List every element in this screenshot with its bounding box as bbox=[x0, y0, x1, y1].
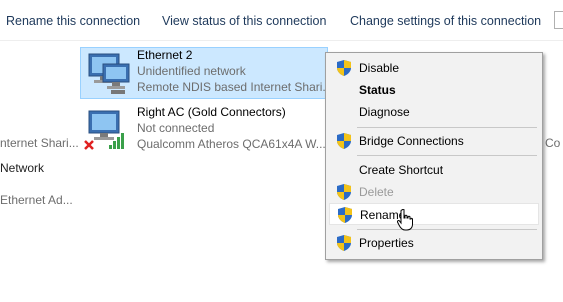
menu-item-label: Diagnose bbox=[359, 105, 410, 119]
menu-item-bridge-connections[interactable]: Bridge Connections bbox=[329, 130, 539, 152]
menu-item-label: Properties bbox=[359, 236, 414, 250]
uac-shield-icon bbox=[337, 133, 351, 149]
partial-adapter-text: nternet Shari... bbox=[0, 136, 79, 150]
uac-shield-icon bbox=[337, 60, 351, 76]
connection-ethernet-2[interactable]: Ethernet 2 Unidentified network Remote N… bbox=[80, 47, 332, 99]
menu-item-diagnose[interactable]: Diagnose bbox=[329, 101, 539, 123]
menu-item-disable[interactable]: Disable bbox=[329, 57, 539, 79]
menu-separator bbox=[357, 155, 537, 156]
menu-item-label: Disable bbox=[359, 61, 400, 75]
menu-separator bbox=[357, 229, 537, 230]
change-settings-button[interactable]: Change settings of this connection bbox=[350, 11, 541, 31]
menu-item-create-shortcut[interactable]: Create Shortcut bbox=[329, 159, 539, 181]
menu-separator bbox=[357, 127, 537, 128]
menu-item-label: Bridge Connections bbox=[359, 134, 464, 148]
menu-item-properties[interactable]: Properties bbox=[329, 232, 539, 254]
network-adapter-icon bbox=[88, 53, 130, 94]
connection-right-ac[interactable]: Right AC (Gold Connectors) Not connected… bbox=[81, 105, 326, 155]
menu-item-label: Create Shortcut bbox=[359, 163, 444, 177]
context-menu: Disable Status Diagnose Bridge Connectio… bbox=[325, 52, 543, 260]
rename-connection-button[interactable]: Rename this connection bbox=[6, 11, 140, 31]
menu-item-label: Delete bbox=[359, 185, 394, 199]
partial-right-adapter: Co bbox=[545, 136, 561, 150]
partial-ethernet-adapter: Ethernet Ad... bbox=[0, 193, 73, 207]
command-bar: Rename this connection View status of th… bbox=[0, 0, 563, 41]
menu-item-label: Status bbox=[359, 83, 396, 97]
uac-shield-icon bbox=[338, 207, 352, 223]
connection-name: Right AC (Gold Connectors) bbox=[137, 105, 286, 119]
view-status-button[interactable]: View status of this connection bbox=[162, 11, 326, 31]
toolbar-overflow-edge bbox=[554, 11, 563, 29]
partial-network-label: Network bbox=[0, 161, 45, 175]
uac-shield-icon bbox=[337, 235, 351, 251]
menu-item-status[interactable]: Status bbox=[329, 79, 539, 101]
connection-adapter: Qualcomm Atheros QCA61x4A W... bbox=[137, 137, 326, 151]
menu-item-rename[interactable]: Rename bbox=[329, 203, 539, 225]
wireless-adapter-icon bbox=[84, 110, 124, 150]
connection-name: Ethernet 2 bbox=[137, 48, 193, 62]
connection-status: Unidentified network bbox=[137, 64, 246, 78]
menu-item-delete: Delete bbox=[329, 181, 539, 203]
hand-cursor-icon bbox=[397, 209, 413, 231]
uac-shield-icon bbox=[337, 184, 351, 200]
connection-status: Not connected bbox=[137, 121, 215, 135]
connection-adapter: Remote NDIS based Internet Shari... bbox=[137, 80, 333, 94]
